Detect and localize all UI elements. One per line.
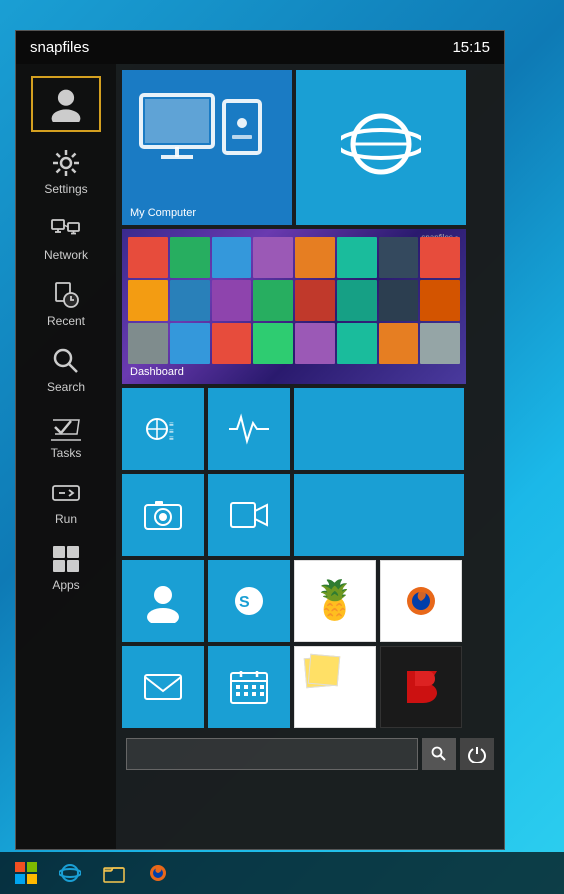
note-2 [308, 654, 341, 687]
tile-skype[interactable]: S [208, 560, 290, 642]
desktop: snapfiles 15:15 [0, 0, 564, 894]
search-sidebar-icon [51, 346, 81, 376]
tile-camera[interactable] [122, 474, 204, 556]
tasks-label: Tasks [51, 446, 82, 460]
network-icon [51, 214, 81, 244]
skype-icon: S [227, 579, 271, 623]
taskbar-explorer[interactable] [94, 855, 134, 891]
search-label: Search [47, 380, 85, 394]
my-computer-icon [136, 88, 266, 188]
stats-icon: ≡ ≡ ≡ [141, 407, 185, 451]
network-label: Network [44, 248, 88, 262]
apps-icon [51, 544, 81, 574]
sidebar-item-tasks[interactable]: Tasks [16, 402, 116, 468]
svg-text:S: S [239, 594, 250, 611]
search-bar-row [122, 732, 498, 774]
video-icon [227, 493, 271, 537]
sidebar-item-run[interactable]: Run [16, 468, 116, 534]
tile-contact[interactable] [122, 560, 204, 642]
dashboard-bg: snapfiles ▪ [122, 229, 466, 384]
taskbar-firefox-icon [147, 862, 169, 884]
user-icon [48, 86, 84, 122]
tasks-icon [51, 412, 81, 442]
tile-calendar[interactable] [208, 646, 290, 728]
tile-dashboard[interactable]: snapfiles ▪ [122, 229, 466, 384]
tile-health[interactable] [208, 388, 290, 470]
mail-icon [141, 665, 185, 709]
windows-icon [14, 861, 38, 885]
start-menu-header: snapfiles 15:15 [16, 31, 504, 64]
tile-ie[interactable] [296, 70, 466, 225]
camera-icon [141, 493, 185, 537]
tile-tropical[interactable]: 🍍 [294, 560, 376, 642]
search-button-icon [431, 746, 447, 762]
calendar-icon [227, 665, 271, 709]
tiles-row-3: ≡ ≡ ≡ [122, 388, 498, 470]
dashboard-mini-tiles [128, 237, 460, 364]
tiles-row-1: My Computer [122, 70, 498, 225]
firefox-tile-icon [399, 579, 443, 623]
taskbar-ie[interactable] [50, 855, 90, 891]
tile-video[interactable] [208, 474, 290, 556]
settings-label: Settings [44, 182, 87, 196]
taskbar-explorer-icon [103, 862, 125, 884]
taskbar-ie-icon [59, 862, 81, 884]
search-button[interactable] [422, 738, 456, 770]
tile-stats[interactable]: ≡ ≡ ≡ [122, 388, 204, 470]
taskbar-firefox[interactable] [138, 855, 178, 891]
ie-icon [341, 104, 421, 184]
taskbar-start[interactable] [6, 855, 46, 891]
tile-wide-blue[interactable] [294, 388, 464, 470]
power-icon [468, 745, 486, 763]
sidebar-item-network[interactable]: Network [16, 204, 116, 270]
recent-label: Recent [47, 314, 85, 328]
tile-my-computer[interactable]: My Computer [122, 70, 292, 225]
recent-icon [51, 280, 81, 310]
my-computer-label: My Computer [130, 207, 196, 219]
revo-icon [399, 665, 443, 709]
tropical-icon: 🍍 [311, 579, 358, 623]
sidebar-item-apps[interactable]: Apps [16, 534, 116, 600]
start-menu: snapfiles 15:15 [15, 30, 505, 850]
tiles-row-4 [122, 474, 498, 556]
sidebar-item-search[interactable]: Search [16, 336, 116, 402]
search-input[interactable] [126, 738, 418, 770]
tiles-row-2: snapfiles ▪ [122, 229, 498, 384]
tile-firefox[interactable] [380, 560, 462, 642]
tile-wide-blue-2[interactable] [294, 474, 464, 556]
tile-mail[interactable] [122, 646, 204, 728]
start-menu-body: Settings Network [16, 64, 504, 849]
settings-icon [51, 148, 81, 178]
tiles-row-5: S 🍍 [122, 560, 498, 642]
sidebar-item-recent[interactable]: Recent [16, 270, 116, 336]
power-button[interactable] [460, 738, 494, 770]
sidebar-item-user[interactable] [31, 76, 101, 132]
start-menu-time: 15:15 [452, 39, 490, 56]
sidebar: Settings Network [16, 64, 116, 849]
tiles-area: My Computer [116, 64, 504, 849]
start-menu-title: snapfiles [30, 39, 89, 56]
tile-revo[interactable] [380, 646, 462, 728]
contact-icon [141, 579, 185, 623]
health-icon [227, 407, 271, 451]
taskbar [0, 852, 564, 894]
sidebar-item-settings[interactable]: Settings [16, 138, 116, 204]
run-label: Run [55, 512, 77, 526]
tiles-row-6 [122, 646, 498, 728]
run-icon [51, 478, 81, 508]
dashboard-label: Dashboard [130, 366, 184, 378]
tile-notes[interactable] [294, 646, 376, 728]
apps-label: Apps [52, 578, 79, 592]
svg-text:≡: ≡ [169, 434, 174, 443]
